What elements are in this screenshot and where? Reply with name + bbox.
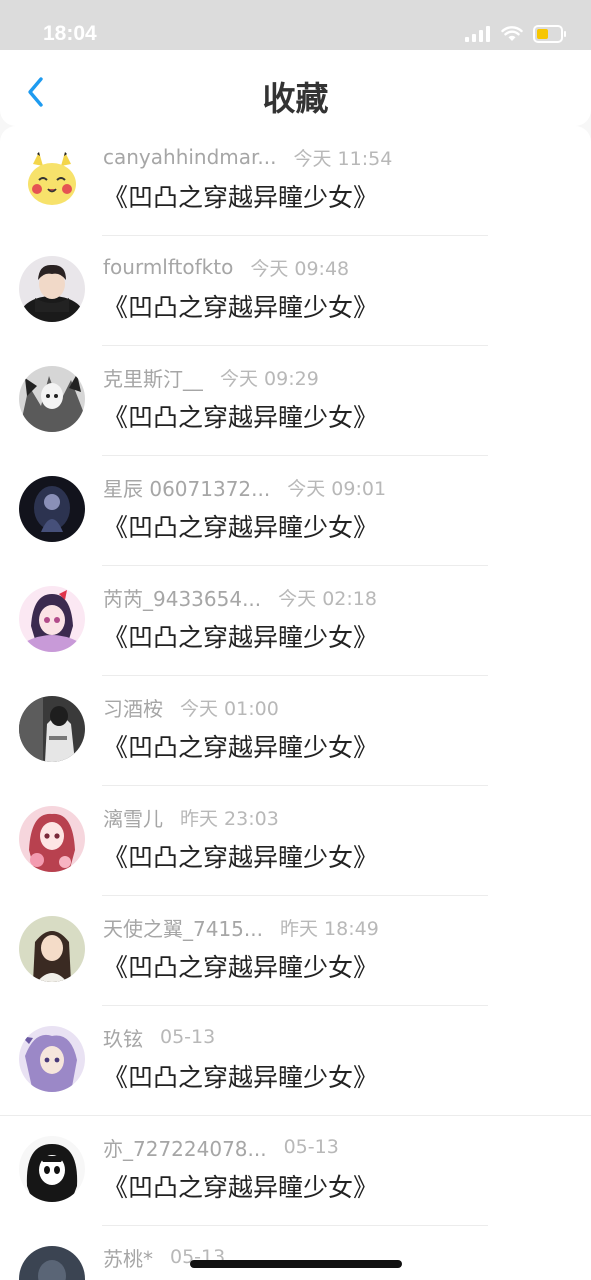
avatar[interactable]: [19, 586, 85, 652]
favorite-item[interactable]: 芮芮_9433654... 今天 02:18 《凹凸之穿越异瞳少女》: [0, 566, 591, 676]
page-title: 收藏: [262, 79, 329, 118]
username[interactable]: 克里斯汀__: [103, 363, 203, 392]
avatar[interactable]: [19, 916, 85, 982]
timestamp: 今天 11:54: [293, 147, 393, 170]
avatar[interactable]: [19, 1026, 85, 1092]
status-time: 18:04: [43, 22, 97, 45]
timestamp: 昨天 18:49: [279, 917, 379, 940]
wifi-icon: [501, 26, 523, 41]
favorite-item[interactable]: 天使之翼_7415... 昨天 18:49 《凹凸之穿越异瞳少女》: [0, 896, 591, 1006]
home-indicator[interactable]: [190, 1260, 402, 1268]
username[interactable]: canyahhindmar...: [103, 145, 277, 169]
timestamp: 今天 02:18: [278, 587, 377, 610]
favorite-item[interactable]: 习酒桉 今天 01:00 《凹凸之穿越异瞳少女》: [0, 676, 591, 786]
favorite-item[interactable]: 克里斯汀__ 今天 09:29 《凹凸之穿越异瞳少女》: [0, 346, 591, 456]
favorite-item[interactable]: 苏桃* 05-13: [0, 1226, 591, 1280]
avatar[interactable]: [19, 1136, 85, 1202]
book-title[interactable]: 《凹凸之穿越异瞳少女》: [103, 948, 378, 984]
signal-icon: [465, 26, 490, 42]
avatar[interactable]: [19, 366, 85, 432]
avatar[interactable]: [19, 1246, 85, 1280]
username[interactable]: 亦_727224078...: [103, 1133, 267, 1162]
username[interactable]: 玖铉: [103, 1023, 143, 1052]
timestamp: 05-13: [283, 1136, 339, 1158]
username[interactable]: 习酒桉: [103, 693, 163, 722]
book-title[interactable]: 《凹凸之穿越异瞳少女》: [103, 1168, 378, 1204]
book-title[interactable]: 《凹凸之穿越异瞳少女》: [103, 728, 378, 764]
book-title[interactable]: 《凹凸之穿越异瞳少女》: [103, 288, 378, 324]
status-icons: [465, 24, 567, 44]
battery-icon: [533, 25, 566, 43]
status-bar: 18:04: [0, 0, 591, 50]
timestamp: 昨天 23:03: [180, 807, 279, 830]
timestamp: 今天 09:29: [220, 367, 319, 390]
favorite-item[interactable]: 亦_727224078... 05-13 《凹凸之穿越异瞳少女》: [0, 1116, 591, 1226]
avatar[interactable]: [19, 696, 85, 762]
favorite-item[interactable]: canyahhindmar... 今天 11:54 《凹凸之穿越异瞳少女》: [0, 126, 591, 236]
avatar[interactable]: [19, 256, 85, 322]
book-title[interactable]: 《凹凸之穿越异瞳少女》: [103, 838, 378, 874]
book-title[interactable]: 《凹凸之穿越异瞳少女》: [103, 1058, 378, 1094]
timestamp: 今天 01:00: [180, 697, 279, 720]
avatar[interactable]: [19, 806, 85, 872]
username[interactable]: 苏桃*: [103, 1243, 153, 1272]
book-title[interactable]: 《凹凸之穿越异瞳少女》: [103, 508, 378, 544]
nav-bar: 收藏: [0, 50, 591, 126]
timestamp: 今天 09:48: [250, 257, 350, 280]
book-title[interactable]: 《凹凸之穿越异瞳少女》: [103, 618, 378, 654]
favorite-item[interactable]: 玖铉 05-13 《凹凸之穿越异瞳少女》: [0, 1006, 591, 1116]
username[interactable]: 漓雪儿: [103, 803, 163, 832]
timestamp: 今天 09:01: [287, 477, 387, 500]
favorite-item[interactable]: 漓雪儿 昨天 23:03 《凹凸之穿越异瞳少女》: [0, 786, 591, 896]
username[interactable]: 芮芮_9433654...: [103, 583, 261, 612]
favorite-item[interactable]: 星辰 06071372... 今天 09:01 《凹凸之穿越异瞳少女》: [0, 456, 591, 566]
timestamp: 05-13: [160, 1026, 216, 1048]
username[interactable]: 天使之翼_7415...: [103, 913, 263, 942]
book-title[interactable]: 《凹凸之穿越异瞳少女》: [103, 398, 378, 434]
book-title[interactable]: 《凹凸之穿越异瞳少女》: [103, 178, 378, 214]
avatar[interactable]: [19, 476, 85, 542]
avatar[interactable]: [19, 146, 85, 212]
favorite-item[interactable]: fourmlftofkto 今天 09:48 《凹凸之穿越异瞳少女》: [0, 236, 591, 346]
username[interactable]: 星辰 06071372...: [103, 473, 270, 502]
favorites-list: canyahhindmar... 今天 11:54 《凹凸之穿越异瞳少女》 fo…: [0, 126, 591, 1280]
username[interactable]: fourmlftofkto: [103, 255, 233, 279]
